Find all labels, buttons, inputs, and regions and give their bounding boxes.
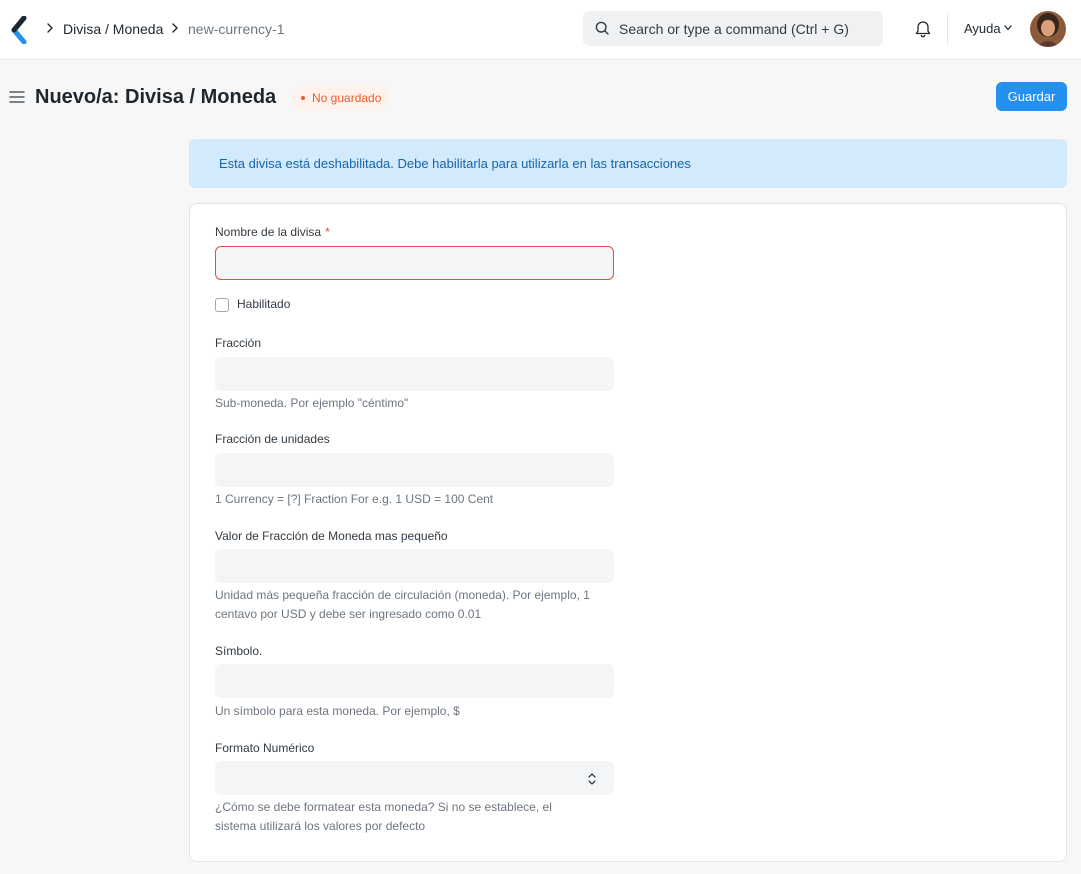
search-input[interactable] [619,11,877,46]
status-badge: No guardado [292,86,391,110]
number-format-help: ¿Cómo se debe formatear esta moneda? Si … [215,800,552,833]
symbol-label: Símbolo. [215,644,263,658]
chevron-right-icon [47,23,53,33]
search-icon [595,21,609,35]
page-title: Nuevo/a: Divisa / Moneda [35,86,277,108]
number-format-label: Formato Numérico [215,741,315,755]
chevron-down-icon [1004,25,1012,31]
currency-name-label-text: Nombre de la divisa [215,225,322,239]
breadcrumb-currency[interactable]: Divisa / Moneda [63,20,163,38]
currency-name-input[interactable] [215,246,614,280]
select-arrows-icon [588,773,596,785]
symbol-input[interactable] [215,664,614,698]
save-button[interactable]: Guardar [996,82,1067,111]
app-logo-icon[interactable] [10,16,30,44]
disabled-currency-alert: Esta divisa está deshabilitada. Debe hab… [189,139,1067,188]
smallest-fraction-input[interactable] [215,549,614,583]
form-card: Nombre de la divisa * Habilitado Fracción… [189,203,1067,862]
chevron-right-icon [172,23,178,33]
breadcrumb-current-doc[interactable]: new-currency-1 [188,20,284,38]
smallest-fraction-help: Unidad más pequeña fracción de circulaci… [215,588,590,621]
fraction-label: Fracción [215,336,262,350]
avatar[interactable] [1030,11,1066,47]
help-label: Ayuda [964,21,1001,36]
number-format-select[interactable] [215,761,614,795]
fraction-help: Sub-moneda. Por ejemplo "céntimo" [215,396,409,410]
search-bar[interactable] [583,11,883,46]
fraction-units-help: 1 Currency = [?] Fraction For e.g. 1 USD… [215,492,494,506]
navbar: Divisa / Moneda new-currency-1 Ayuda [0,0,1081,60]
status-label: No guardado [312,91,382,105]
navbar-divider [947,14,948,44]
enabled-checkbox[interactable] [215,298,229,312]
fraction-input[interactable] [215,357,614,391]
user-avatar-image [1030,11,1066,47]
status-dot [301,96,305,100]
required-mark: * [325,225,330,239]
symbol-help: Un símbolo para esta moneda. Por ejemplo… [215,704,460,718]
fraction-units-input[interactable] [215,453,614,487]
currency-name-label: Nombre de la divisa * [215,224,330,240]
help-dropdown[interactable]: Ayuda [964,20,1012,38]
enabled-label[interactable]: Habilitado [237,296,290,312]
fraction-units-label: Fracción de unidades [215,432,330,446]
hamburger-icon[interactable] [9,89,25,105]
bell-icon[interactable] [913,19,933,39]
alert-message: Esta divisa está deshabilitada. Debe hab… [219,156,691,171]
smallest-fraction-label: Valor de Fracción de Moneda mas pequeño [215,529,448,543]
